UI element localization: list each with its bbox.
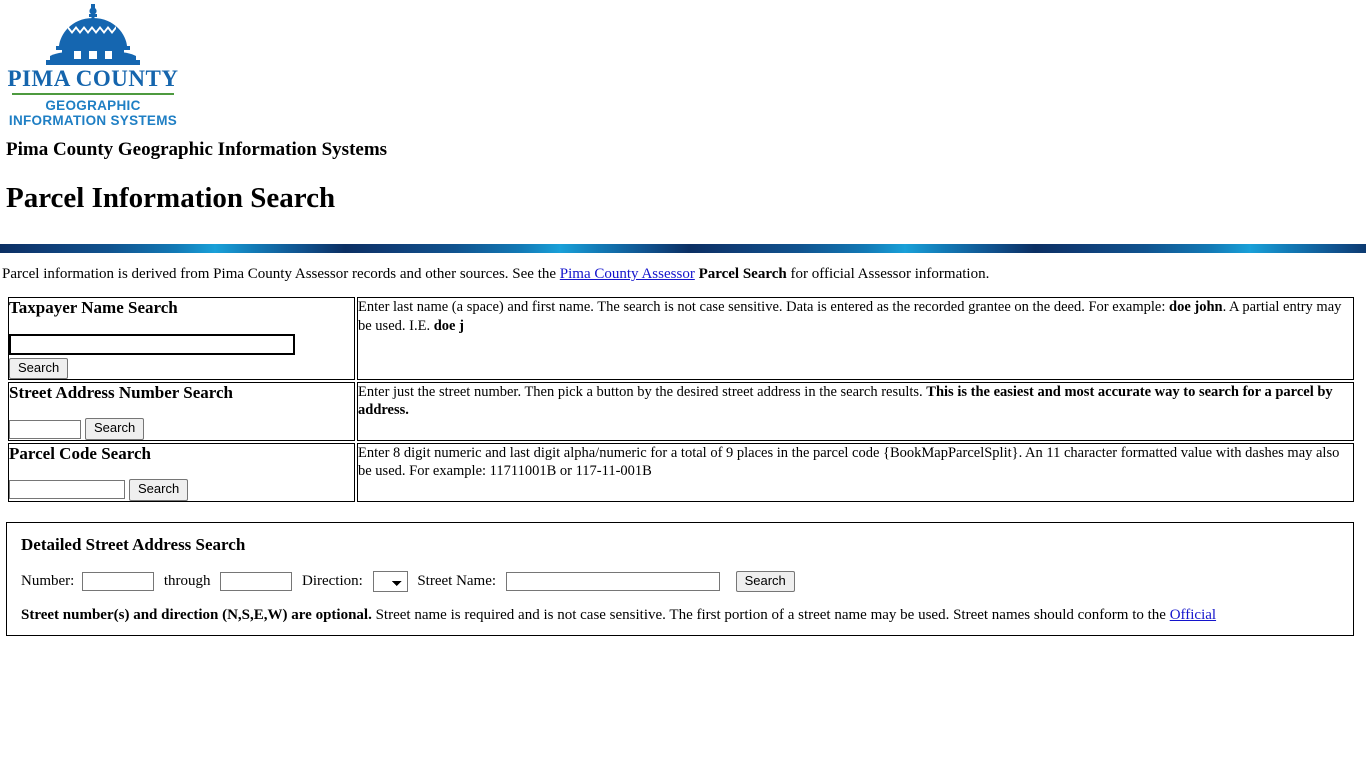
street-address-number-search-title: Street Address Number Search [9, 382, 233, 402]
logo-title: PIMA COUNTY [7, 66, 179, 91]
number-to-input[interactable] [220, 571, 293, 591]
street-address-number-search-button[interactable]: Search [85, 418, 145, 440]
taxpayer-name-input[interactable] [9, 333, 295, 355]
official-street-names-link[interactable]: Official [1170, 607, 1216, 623]
taxpayer-name-search-button[interactable]: Search [9, 357, 69, 379]
direction-select[interactable]: NSEW [372, 570, 408, 592]
number-label: Number: [21, 572, 75, 589]
intro-text-after: for official Assessor information. [786, 266, 990, 283]
intro-text-before: Parcel information is derived from Pima … [2, 266, 560, 283]
logo-subtitle-line2: INFORMATION SYSTEMS [8, 113, 178, 129]
number-from-input[interactable] [82, 571, 155, 591]
taxpayer-name-search-cell: Taxpayer Name Search Search [8, 297, 355, 380]
parcel-code-search-button[interactable]: Search [129, 479, 189, 501]
street-address-number-search-cell: Street Address Number Search Search [8, 381, 355, 441]
taxpayer-name-search-title: Taxpayer Name Search [9, 298, 178, 318]
parcel-code-search-description: Enter 8 digit numeric and last digit alp… [358, 444, 1340, 480]
parcel-code-search-description-cell: Enter 8 digit numeric and last digit alp… [357, 442, 1354, 502]
street-name-input[interactable] [505, 571, 720, 591]
detailed-search-button[interactable]: Search [735, 570, 795, 592]
page-title: Parcel Information Search [6, 182, 336, 215]
table-row: Street Address Number Search Search Ente… [8, 381, 1354, 441]
street-name-label: Street Name: [417, 572, 497, 589]
street-address-number-input[interactable] [9, 419, 81, 439]
detailed-search-note-bold: Street number(s) and direction (N,S,E,W)… [21, 606, 372, 623]
table-row: Taxpayer Name Search Search Enter last n… [8, 297, 1354, 380]
direction-label: Direction: [302, 572, 363, 589]
logo-divider-rule [12, 93, 174, 96]
intro-paragraph: Parcel information is derived from Pima … [2, 265, 1366, 283]
pima-county-assessor-link[interactable]: Pima County Assessor [560, 266, 695, 282]
detailed-search-note: Street number(s) and direction (N,S,E,W)… [21, 606, 1353, 625]
street-address-number-search-description-cell: Enter just the street number. Then pick … [357, 381, 1354, 441]
detailed-search-form-row: Number: through Direction: NSEW Street N… [21, 570, 1353, 592]
logo-subtitle-line1: GEOGRAPHIC [45, 98, 141, 114]
search-options-table: Taxpayer Name Search Search Enter last n… [6, 295, 1356, 503]
courthouse-dome-icon [46, 4, 140, 65]
street-address-number-search-description: Enter just the street number. Then pick … [358, 383, 1333, 419]
parcel-code-search-cell: Parcel Code Search Search [8, 442, 355, 502]
site-logo: PIMA COUNTY GEOGRAPHIC INFORMATION SYSTE… [0, 0, 180, 128]
header-divider-bar [0, 244, 1366, 254]
detailed-search-note-rest: Street name is required and is not case … [371, 606, 1170, 623]
site-title: Pima County Geographic Information Syste… [6, 139, 388, 161]
taxpayer-name-search-description-cell: Enter last name (a space) and first name… [357, 297, 1354, 380]
through-label: through [163, 572, 211, 589]
table-row: Parcel Code Search Search Enter 8 digit … [8, 442, 1354, 502]
detailed-street-address-search-title: Detailed Street Address Search [21, 534, 246, 554]
detailed-street-address-search-box: Detailed Street Address Search Number: t… [6, 521, 1354, 636]
intro-bold-text: Parcel Search [694, 266, 787, 283]
parcel-code-input[interactable] [9, 480, 125, 500]
taxpayer-name-search-description: Enter last name (a space) and first name… [358, 299, 1342, 334]
parcel-code-search-title: Parcel Code Search [9, 443, 151, 463]
